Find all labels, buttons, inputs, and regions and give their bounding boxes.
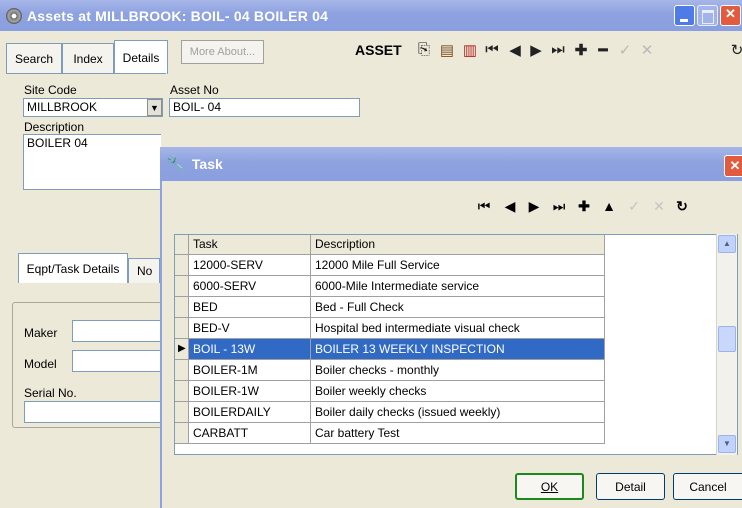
site-code-label: Site Code xyxy=(24,83,77,97)
add-record-icon[interactable]: ✚ xyxy=(574,198,594,215)
dialog-title: Task xyxy=(191,156,223,172)
ok-button[interactable]: OK xyxy=(515,473,584,500)
maximize-button[interactable] xyxy=(697,5,718,26)
more-about-button[interactable]: More About... xyxy=(181,40,264,64)
app-gear-icon xyxy=(6,7,22,24)
row-selector[interactable] xyxy=(175,423,189,444)
grid-corner xyxy=(175,235,189,255)
task-cell[interactable]: BED xyxy=(189,297,311,318)
task-cell[interactable]: BOIL - 13W xyxy=(189,339,311,360)
asset-no-label: Asset No xyxy=(170,83,219,97)
add-record-icon[interactable]: ✚ xyxy=(572,41,590,59)
last-record-icon[interactable]: ⏭ xyxy=(549,198,569,215)
task-cell[interactable]: 12000-SERV xyxy=(189,255,311,276)
tab-eqpt-task-details[interactable]: Eqpt/Task Details xyxy=(18,253,128,283)
move-up-icon[interactable]: ▲ xyxy=(599,198,619,214)
description-cell[interactable]: BOILER 13 WEEKLY INSPECTION xyxy=(311,339,605,360)
dialog-title-bar[interactable]: 🔧 Task xyxy=(160,147,742,181)
model-field[interactable] xyxy=(72,350,162,372)
wrench-icon: 🔧 xyxy=(166,156,186,173)
refresh-icon[interactable]: ↻ xyxy=(728,41,742,59)
paste-icon[interactable]: ▤ xyxy=(438,41,456,59)
prev-record-icon[interactable]: ◀ xyxy=(500,198,520,215)
save-icon[interactable]: ✓ xyxy=(616,41,634,59)
task-grid[interactable]: Task Description 12000-SERV 12000 Mile Fu… xyxy=(174,234,738,455)
copy-icon[interactable]: ⎘ xyxy=(415,41,433,58)
dialog-close-button[interactable]: ✕ xyxy=(724,155,742,177)
delete-record-icon[interactable]: ━ xyxy=(594,41,612,59)
window-title-bar[interactable]: Assets at MILLBROOK: BOIL- 04 BOILER 04 xyxy=(0,0,742,31)
grid-scrollbar[interactable]: ▲ ▼ xyxy=(716,234,737,455)
maker-label: Maker xyxy=(24,326,58,340)
tab-notes[interactable]: No xyxy=(128,258,160,283)
row-selector[interactable] xyxy=(175,402,189,423)
row-selector[interactable] xyxy=(175,297,189,318)
description-cell[interactable]: Boiler daily checks (issued weekly) xyxy=(311,402,605,423)
column-header-description[interactable]: Description xyxy=(311,235,605,255)
row-selector[interactable] xyxy=(175,318,189,339)
maker-field[interactable] xyxy=(72,320,162,342)
minimize-button[interactable] xyxy=(674,5,695,26)
scroll-down-icon[interactable]: ▼ xyxy=(718,435,736,453)
description-cell[interactable]: Boiler checks - monthly xyxy=(311,360,605,381)
save-icon[interactable]: ✓ xyxy=(624,198,644,215)
next-record-icon[interactable]: ▶ xyxy=(524,198,544,215)
serial-no-field[interactable] xyxy=(24,401,162,423)
asset-no-field[interactable]: BOIL- 04 xyxy=(169,98,360,117)
tab-search[interactable]: Search xyxy=(6,43,62,73)
close-button[interactable] xyxy=(720,5,741,26)
cancel-icon[interactable]: ✕ xyxy=(638,41,656,59)
row-selector[interactable] xyxy=(175,276,189,297)
scroll-up-icon[interactable]: ▲ xyxy=(718,235,736,253)
site-code-select[interactable]: MILLBROOK xyxy=(23,98,163,117)
detail-button[interactable]: Detail xyxy=(596,473,665,500)
paste-special-icon[interactable]: ▥ xyxy=(461,41,479,59)
ok-button-label: OK xyxy=(540,479,559,494)
model-label: Model xyxy=(24,357,57,371)
row-selector[interactable]: ▶ xyxy=(175,339,189,360)
row-selector[interactable] xyxy=(175,255,189,276)
task-cell[interactable]: BOILER-1W xyxy=(189,381,311,402)
detail-button-label: Detail xyxy=(615,479,646,494)
task-cell[interactable]: BED-V xyxy=(189,318,311,339)
description-cell[interactable]: Hospital bed intermediate visual check xyxy=(311,318,605,339)
refresh-icon[interactable]: ↻ xyxy=(672,198,692,215)
row-selector[interactable] xyxy=(175,381,189,402)
asset-label: ASSET xyxy=(355,42,402,58)
chevron-down-icon[interactable]: ▼ xyxy=(147,99,162,116)
column-header-task[interactable]: Task xyxy=(189,235,311,255)
task-cell[interactable]: 6000-SERV xyxy=(189,276,311,297)
description-field[interactable]: BOILER 04 xyxy=(23,134,161,190)
serial-no-label: Serial No. xyxy=(24,386,77,400)
task-cell[interactable]: BOILERDAILY xyxy=(189,402,311,423)
first-record-icon[interactable]: ⏮ xyxy=(483,41,501,58)
description-cell[interactable]: 6000-Mile Intermediate service xyxy=(311,276,605,297)
window-title: Assets at MILLBROOK: BOIL- 04 BOILER 04 xyxy=(27,7,329,24)
next-record-icon[interactable]: ▶ xyxy=(527,41,545,59)
tab-index[interactable]: Index xyxy=(62,43,114,73)
description-cell[interactable]: Car battery Test xyxy=(311,423,605,444)
task-cell[interactable]: CARBATT xyxy=(189,423,311,444)
description-cell[interactable]: 12000 Mile Full Service xyxy=(311,255,605,276)
description-cell[interactable]: Bed - Full Check xyxy=(311,297,605,318)
prev-record-icon[interactable]: ◀ xyxy=(506,41,524,59)
first-record-icon[interactable]: ⏮ xyxy=(474,198,494,215)
tab-details[interactable]: Details xyxy=(114,40,168,74)
cancel-button[interactable]: Cancel xyxy=(673,473,742,500)
description-cell[interactable]: Boiler weekly checks xyxy=(311,381,605,402)
cancel-icon[interactable]: ✕ xyxy=(649,198,669,215)
tab-strip-divider xyxy=(6,73,166,74)
scroll-thumb[interactable] xyxy=(718,326,736,352)
cancel-button-label: Cancel xyxy=(689,479,727,494)
last-record-icon[interactable]: ⏭ xyxy=(549,41,567,58)
row-selector[interactable] xyxy=(175,360,189,381)
description-label: Description xyxy=(24,120,85,134)
task-cell[interactable]: BOILER-1M xyxy=(189,360,311,381)
